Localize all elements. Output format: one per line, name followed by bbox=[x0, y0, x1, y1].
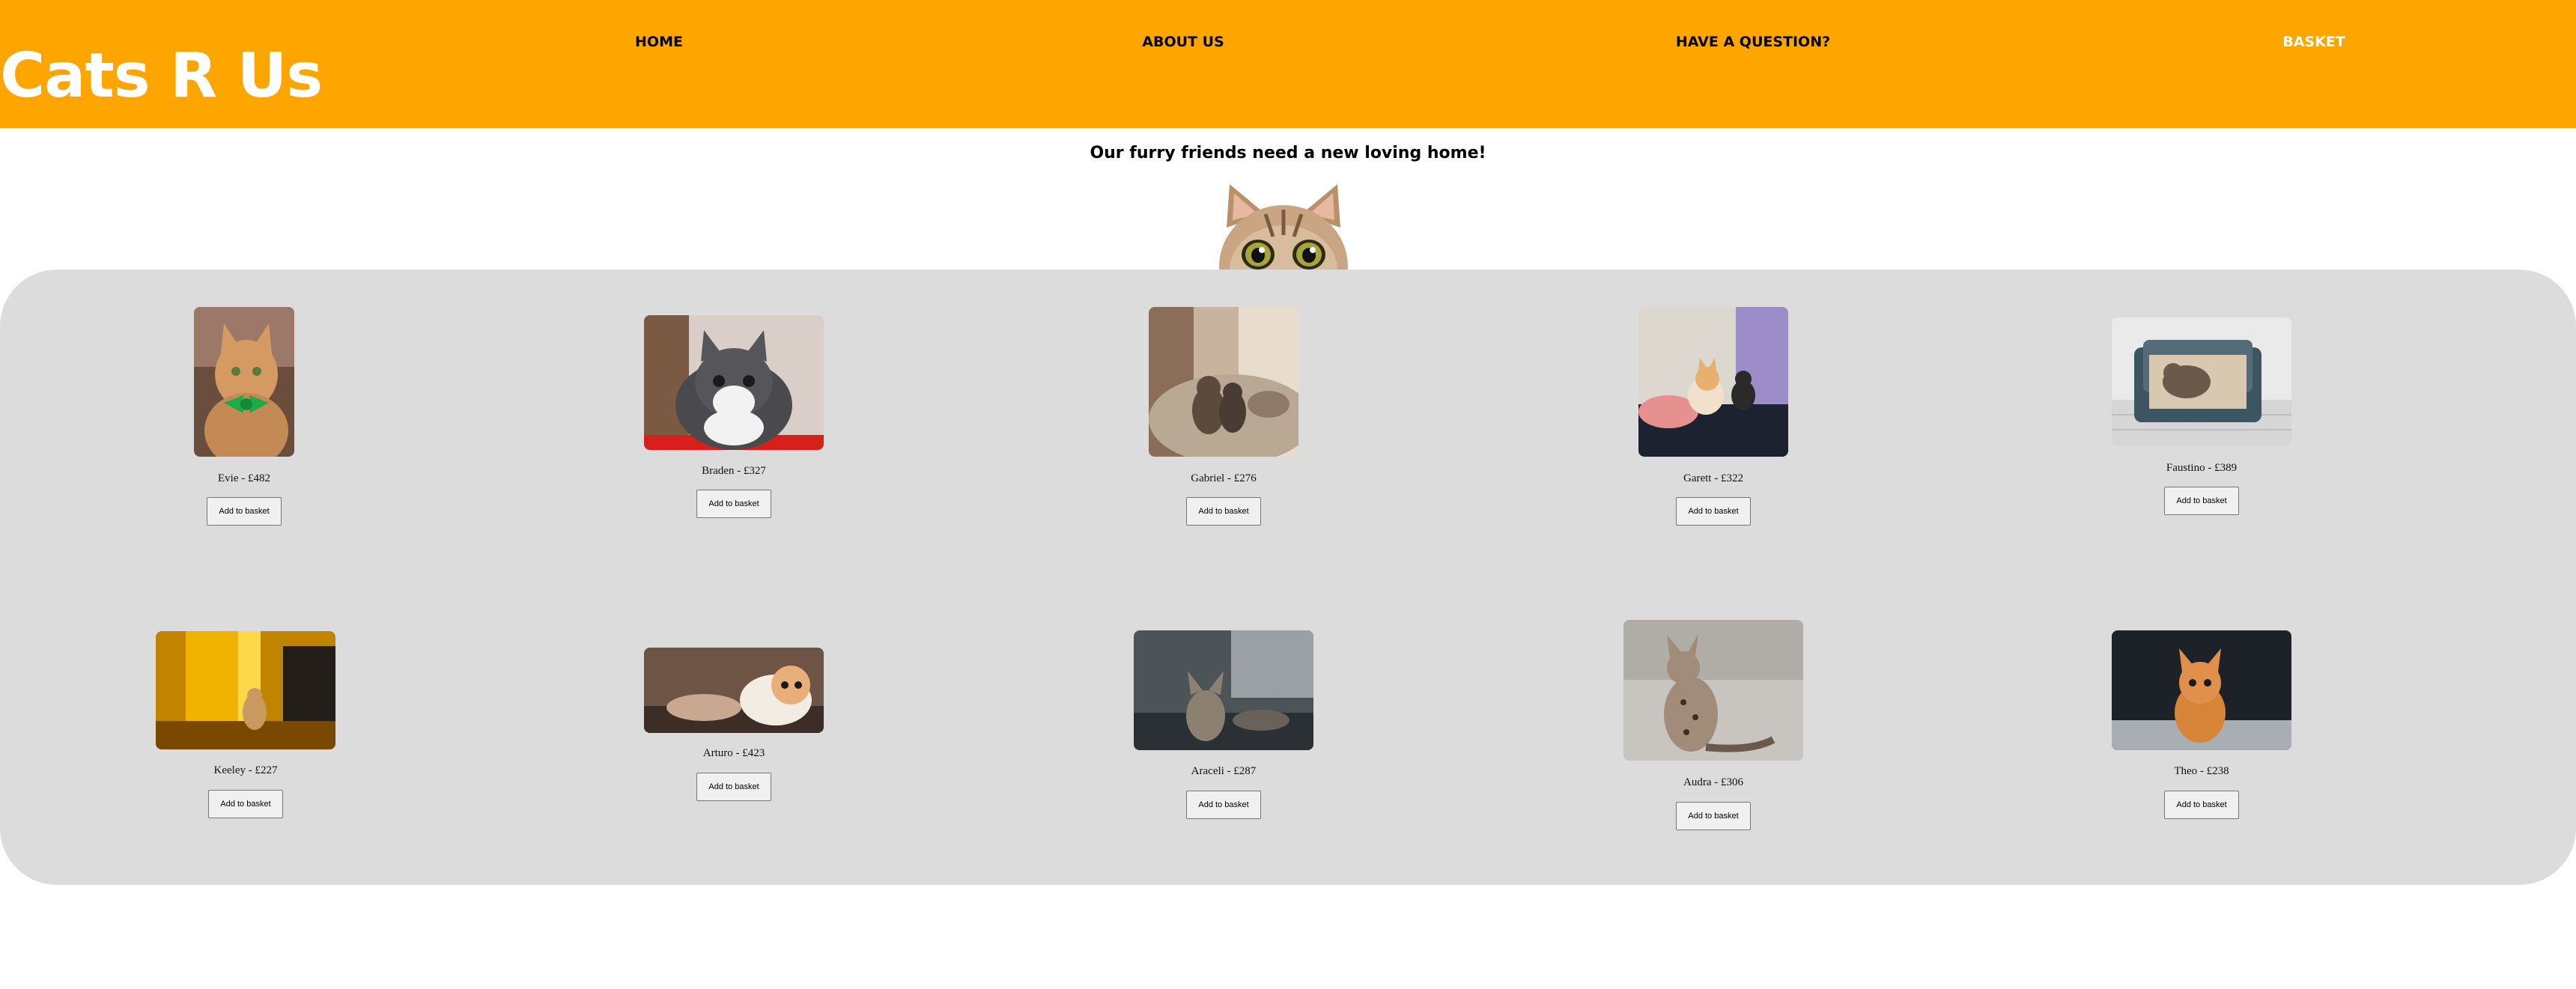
cat-caption: Evie - £482 bbox=[218, 472, 270, 484]
cat-photo-gabriel bbox=[1149, 307, 1298, 457]
add-to-basket-button[interactable]: Add to basket bbox=[207, 497, 282, 526]
cat-caption: Theo - £238 bbox=[2174, 765, 2229, 777]
cat-caption: Arturo - £423 bbox=[702, 747, 765, 759]
add-to-basket-button[interactable]: Add to basket bbox=[1676, 497, 1751, 526]
cat-photo-arturo bbox=[644, 648, 824, 733]
nav-basket-link[interactable]: BASKET bbox=[2282, 33, 2345, 51]
cat-caption: Araceli - £287 bbox=[1191, 765, 1257, 777]
add-to-basket-button[interactable]: Add to basket bbox=[208, 790, 283, 818]
nav-question-link[interactable]: HAVE A QUESTION? bbox=[1676, 33, 1830, 51]
site-logo: Cats R Us bbox=[0, 40, 323, 112]
site-header: Cats R Us HOME ABOUT US HAVE A QUESTION?… bbox=[0, 0, 2576, 128]
add-to-basket-button[interactable]: Add to basket bbox=[1186, 497, 1261, 526]
cat-photo-audra bbox=[1623, 620, 1803, 761]
nav-about-link[interactable]: ABOUT US bbox=[1142, 33, 1224, 51]
cat-caption: Faustino - £389 bbox=[2166, 462, 2238, 474]
add-to-basket-button[interactable]: Add to basket bbox=[696, 490, 771, 518]
add-to-basket-button[interactable]: Add to basket bbox=[2164, 487, 2239, 515]
add-to-basket-button[interactable]: Add to basket bbox=[1186, 791, 1261, 819]
cat-photo-faustino bbox=[2112, 317, 2291, 446]
cat-photo-evie bbox=[194, 307, 294, 457]
add-to-basket-button[interactable]: Add to basket bbox=[696, 773, 771, 801]
cat-caption: Braden - £327 bbox=[702, 465, 766, 477]
cat-caption: Keeley - £227 bbox=[213, 764, 278, 776]
cat-photo-araceli bbox=[1134, 630, 1313, 750]
add-to-basket-button[interactable]: Add to basket bbox=[2164, 791, 2239, 819]
cat-photo-braden bbox=[644, 315, 824, 450]
cat-photo-garett bbox=[1638, 307, 1788, 457]
peeking-cat-image bbox=[1213, 184, 1354, 270]
page-tagline: Our furry friends need a new loving home… bbox=[1090, 144, 1486, 162]
cat-photo-keeley bbox=[156, 631, 335, 749]
cat-photo-theo bbox=[2112, 630, 2291, 750]
cat-caption: Gabriel - £276 bbox=[1191, 472, 1257, 484]
cat-caption: Garett - £322 bbox=[1683, 472, 1743, 484]
nav-home-link[interactable]: HOME bbox=[635, 33, 683, 51]
add-to-basket-button[interactable]: Add to basket bbox=[1676, 802, 1751, 830]
cat-caption: Audra - £306 bbox=[1683, 776, 1743, 788]
